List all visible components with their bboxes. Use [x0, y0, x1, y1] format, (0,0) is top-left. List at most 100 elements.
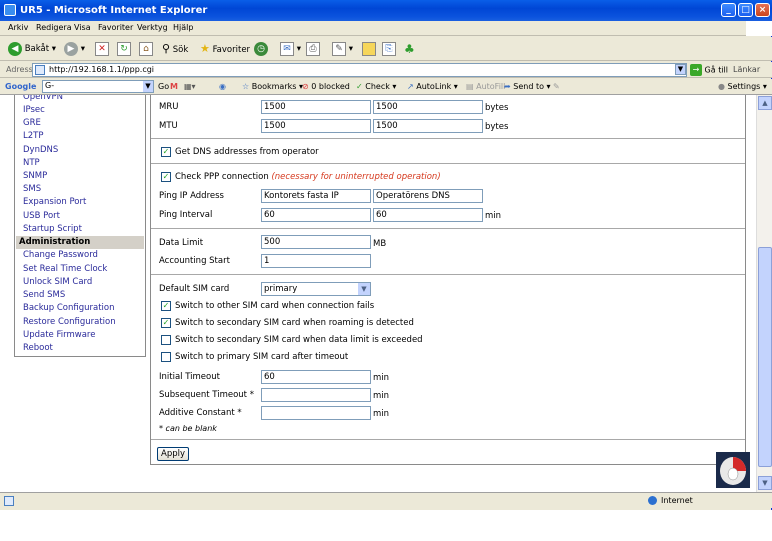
- sidebar-item-update-firmware[interactable]: Update Firmware: [16, 329, 144, 342]
- sidebar-item-l2tp[interactable]: L2TP: [16, 130, 144, 143]
- home-button[interactable]: ⌂: [139, 41, 153, 57]
- sidebar-item-ntp[interactable]: NTP: [16, 157, 144, 170]
- menu-arkiv[interactable]: Arkiv: [8, 23, 28, 32]
- ping-interval-input-1[interactable]: 60: [261, 208, 371, 222]
- sidebar-item-expansion-port[interactable]: Expansion Port: [16, 196, 144, 209]
- sidebar-item-sms[interactable]: SMS: [16, 183, 144, 196]
- initial-timeout-unit: min: [373, 373, 390, 383]
- additive-constant-unit: min: [373, 409, 390, 419]
- links-label[interactable]: Länkar: [733, 65, 760, 74]
- edit-button[interactable]: ✎ ▾: [332, 41, 353, 57]
- sidebar-item-ipsec[interactable]: IPsec: [16, 104, 144, 117]
- status-bar: Internet: [0, 492, 772, 508]
- subsequent-timeout-unit: min: [373, 391, 390, 401]
- sidebar-item-usb-port[interactable]: USB Port: [16, 210, 144, 223]
- messenger-button[interactable]: ♣: [404, 41, 415, 57]
- send-to-button[interactable]: ➦ Send to ▾: [504, 81, 551, 93]
- maximize-button[interactable]: □: [738, 3, 753, 17]
- chevron-down-icon[interactable]: ▼: [143, 81, 153, 92]
- get-dns-checkbox[interactable]: ✓: [161, 147, 171, 157]
- apply-button[interactable]: Apply: [157, 447, 189, 461]
- refresh-button[interactable]: ↻: [117, 41, 131, 57]
- autofill-button[interactable]: ▤ AutoFill: [466, 81, 505, 93]
- minimize-button[interactable]: _: [721, 3, 736, 17]
- pagerank-icon[interactable]: ▦▾: [184, 81, 196, 93]
- sidebar-item-snmp[interactable]: SNMP: [16, 170, 144, 183]
- close-button[interactable]: ×: [755, 3, 770, 17]
- mail-icon: ✉: [280, 41, 294, 56]
- popup-blocker-button[interactable]: ⊘ 0 blocked: [302, 81, 350, 93]
- print-button[interactable]: ⎙: [306, 41, 320, 57]
- ping-ip-input-2[interactable]: Operatörens DNS: [373, 189, 483, 203]
- send-icon: ➦: [504, 82, 511, 91]
- switch-on-fail-checkbox[interactable]: ✓: [161, 301, 171, 311]
- default-sim-select[interactable]: primary ▼: [261, 282, 371, 296]
- mtu-input-1[interactable]: 1500: [261, 119, 371, 133]
- security-zone: Internet: [648, 496, 693, 505]
- go-button[interactable]: → Gå till: [690, 64, 728, 76]
- subsequent-timeout-input[interactable]: [261, 388, 371, 402]
- sidebar-item-restore-config[interactable]: Restore Configuration: [16, 316, 144, 329]
- research-button[interactable]: ⎘: [382, 41, 396, 57]
- address-dropdown-icon[interactable]: ▼: [675, 64, 686, 75]
- sidebar-item-send-sms[interactable]: Send SMS: [16, 289, 144, 302]
- sidebar-item-startup-script[interactable]: Startup Script: [16, 223, 144, 236]
- menu-visa[interactable]: Visa: [74, 23, 91, 32]
- sidebar-item-gre[interactable]: GRE: [16, 117, 144, 130]
- search-button[interactable]: ⚲ Sök: [162, 41, 188, 57]
- back-button[interactable]: ◀ Bakåt ▾: [8, 41, 56, 57]
- ping-interval-input-2[interactable]: 60: [373, 208, 483, 222]
- scroll-thumb[interactable]: [758, 247, 772, 467]
- bookmarks-button[interactable]: ☆ Bookmarks ▾: [242, 81, 303, 93]
- sidebar-item-change-password[interactable]: Change Password: [16, 249, 144, 262]
- title-bar: UR5 - Microsoft Internet Explorer _ □ ×: [0, 0, 772, 21]
- mru-input-2[interactable]: 1500: [373, 100, 483, 114]
- menu-hjalp[interactable]: Hjälp: [173, 23, 193, 32]
- menu-redigera[interactable]: Redigera: [36, 23, 72, 32]
- globe-icon[interactable]: ◉: [219, 81, 226, 93]
- ping-ip-input-1[interactable]: Kontorets fasta IP: [261, 189, 371, 203]
- address-url: http://192.168.1.1/ppp.cgi: [49, 65, 155, 74]
- folder-button[interactable]: [362, 41, 376, 57]
- google-logo[interactable]: Google: [5, 81, 36, 93]
- switch-on-roaming-label: Switch to secondary SIM card when roamin…: [175, 318, 414, 328]
- accounting-start-input[interactable]: 1: [261, 254, 371, 268]
- switch-after-timeout-checkbox[interactable]: [161, 352, 171, 362]
- mtu-input-2[interactable]: 1500: [373, 119, 483, 133]
- data-limit-input[interactable]: 500: [261, 235, 371, 249]
- vertical-scrollbar[interactable]: ▲ ▼: [756, 95, 772, 492]
- settings-button[interactable]: ● Settings ▾: [718, 81, 767, 93]
- menu-favoriter[interactable]: Favoriter: [98, 23, 133, 32]
- switch-on-fail-label: Switch to other SIM card when connection…: [175, 301, 375, 311]
- switch-on-roaming-checkbox[interactable]: ✓: [161, 318, 171, 328]
- google-go-button[interactable]: Go: [158, 81, 169, 93]
- sidebar-item-backup-config[interactable]: Backup Configuration: [16, 302, 144, 315]
- sidebar-item-openvpn[interactable]: OpenVPN: [16, 95, 144, 104]
- mru-input-1[interactable]: 1500: [261, 100, 371, 114]
- favorites-button[interactable]: ★ Favoriter: [200, 41, 250, 57]
- scroll-down-icon[interactable]: ▼: [758, 476, 772, 490]
- gmail-icon[interactable]: M: [170, 81, 178, 93]
- sidebar-item-set-rtc[interactable]: Set Real Time Clock: [16, 263, 144, 276]
- stop-button[interactable]: ✕: [95, 41, 109, 57]
- scroll-up-icon[interactable]: ▲: [758, 96, 772, 110]
- forward-button[interactable]: ▶ ▾: [64, 41, 85, 57]
- address-input[interactable]: http://192.168.1.1/ppp.cgi: [32, 63, 687, 77]
- history-button[interactable]: ◷: [254, 41, 268, 57]
- sidebar-item-reboot[interactable]: Reboot: [16, 342, 144, 355]
- switch-on-data-limit-checkbox[interactable]: [161, 335, 171, 345]
- mail-button[interactable]: ✉ ▾: [280, 41, 301, 57]
- initial-timeout-input[interactable]: 60: [261, 370, 371, 384]
- autolink-button[interactable]: ↗ AutoLink ▾: [407, 81, 458, 93]
- check-ppp-checkbox[interactable]: ✓: [161, 172, 171, 182]
- divider: [151, 138, 745, 139]
- check-button[interactable]: ✓ Check ▾: [356, 81, 396, 93]
- additive-constant-input[interactable]: [261, 406, 371, 420]
- history-icon: ◷: [254, 41, 268, 56]
- sidebar-item-unlock-sim[interactable]: Unlock SIM Card: [16, 276, 144, 289]
- menu-verktyg[interactable]: Verktyg: [137, 23, 168, 32]
- pencil-icon[interactable]: ✎: [553, 81, 560, 93]
- sidebar-item-dyndns[interactable]: DynDNS: [16, 144, 144, 157]
- go-arrow-icon: →: [690, 64, 702, 76]
- google-search-input[interactable]: G- ▼: [42, 80, 154, 93]
